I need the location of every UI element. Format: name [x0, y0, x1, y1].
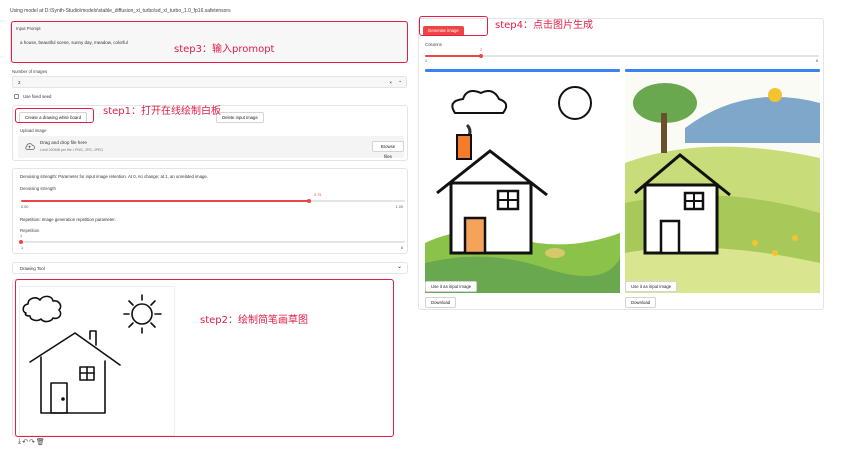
fixed-seed-label: Use fixed seed: [23, 94, 52, 99]
redo-icon[interactable]: ↷: [29, 438, 35, 446]
num-images-label: Number of images: [12, 69, 48, 74]
step1-annotation: step1：打开在线绘制白板: [103, 106, 221, 117]
output-1-bar: [425, 69, 620, 72]
use-as-input-button-1[interactable]: Use it as input image: [425, 281, 478, 292]
chevron-down-icon[interactable]: ⌄: [398, 78, 402, 84]
repetition-label: Repetition: [20, 228, 40, 233]
columns-slider-fill: [425, 55, 482, 57]
columns-label: Columns: [425, 42, 442, 47]
step2-highlight-box: [15, 279, 394, 437]
download-button-2[interactable]: Download: [625, 297, 657, 308]
undo-icon[interactable]: ↶: [22, 438, 28, 446]
denoise-slider[interactable]: [21, 199, 405, 203]
chevron-down-icon: ⌄: [396, 264, 402, 270]
delete-input-image-button[interactable]: Delete input image: [216, 112, 264, 123]
upload-dropzone[interactable]: Drag and drop file here Limit 200MB per …: [18, 136, 404, 159]
upload-label: Upload image: [20, 128, 47, 133]
step3-annotation: step3：输入promopt: [174, 44, 275, 55]
fixed-seed-row[interactable]: Use fixed seed: [14, 94, 51, 99]
cloud-upload-icon: [25, 143, 35, 150]
repetition-slider[interactable]: [19, 240, 405, 244]
limit-text: Limit 200MB per file • PNG, JPG, JPEG: [40, 148, 104, 152]
step1-highlight-box: [15, 108, 94, 123]
columns-max: 8: [815, 59, 818, 63]
denoise-slider-handle[interactable]: [307, 199, 311, 203]
num-images-select[interactable]: 2 × ⌄: [12, 76, 407, 88]
denoise-description: Denoising strength: Parameter for input …: [20, 174, 208, 179]
denoise-value: 0.75: [314, 193, 322, 197]
generated-image-2[interactable]: [625, 73, 820, 293]
num-images-value: 2: [18, 80, 21, 85]
repetition-slider-handle[interactable]: [19, 240, 23, 244]
drawing-tool-expander[interactable]: Drawing Tool ⌄: [12, 262, 408, 274]
step4-highlight-box: [419, 16, 488, 36]
output-2-bar: [625, 69, 820, 72]
columns-value: 2: [480, 48, 483, 52]
columns-slider[interactable]: [425, 54, 819, 58]
repetition-max: 8: [400, 246, 403, 250]
download-icon[interactable]: ⤓: [18, 438, 21, 446]
clear-icon[interactable]: ×: [389, 80, 392, 85]
app-page: Using model at D:\Synth-Studio\models\st…: [0, 0, 843, 457]
repetition-min: 1: [21, 246, 24, 250]
columns-min: 1: [425, 59, 428, 63]
denoise-slider-fill: [21, 200, 309, 202]
browse-files-button[interactable]: Browse files: [372, 141, 404, 159]
output-card: Generate image Columns 2 1 8 Use it as i…: [418, 18, 824, 310]
use-as-input-button-2[interactable]: Use it as input image: [625, 281, 678, 292]
denoise-max: 1.00: [395, 205, 403, 209]
drawing-tool-label: Drawing Tool: [20, 266, 45, 271]
repetition-value: 1: [20, 234, 23, 238]
repetition-description: Repetition: Image generation repetition …: [20, 217, 116, 222]
download-button-1[interactable]: Download: [425, 297, 457, 308]
denoise-min: 0.00: [21, 205, 29, 209]
step4-annotation: step4：点击图片生成: [495, 20, 593, 31]
model-path-text: Using model at D:\Synth-Studio\models\st…: [10, 8, 231, 14]
step2-annotation: step2：绘制简笔画草图: [200, 315, 308, 326]
columns-slider-handle[interactable]: [479, 54, 484, 58]
fixed-seed-checkbox[interactable]: [14, 94, 19, 99]
generated-image-1[interactable]: [425, 73, 620, 293]
drop-text: Drag and drop file here: [40, 140, 87, 145]
trash-icon[interactable]: 🗑: [36, 438, 45, 446]
sliders-card: Denoising strength: Parameter for input …: [12, 168, 408, 254]
drawing-toolbar: ⤓ ↶ ↷ 🗑: [18, 438, 45, 446]
denoise-label: Denoising strength: [20, 186, 56, 191]
